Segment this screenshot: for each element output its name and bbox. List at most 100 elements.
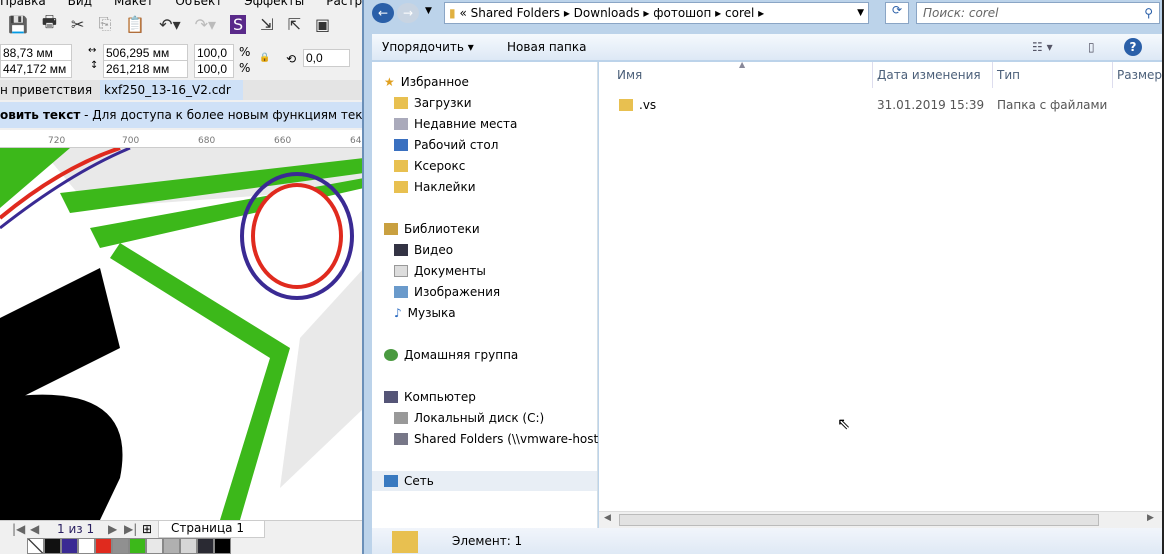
export-pdf-icon[interactable]: ▣ — [315, 15, 330, 34]
horizontal-ruler: 720 700 680 660 640 — [0, 130, 364, 148]
drawing-canvas[interactable] — [0, 148, 364, 520]
nav-recent-places[interactable]: Недавние места — [394, 114, 517, 134]
color-swatch[interactable] — [163, 538, 180, 554]
lock-ratio-icon[interactable]: 🔒 — [259, 53, 270, 63]
color-swatch[interactable] — [180, 538, 197, 554]
column-size[interactable]: Размер — [1117, 68, 1162, 82]
nav-downloads[interactable]: Загрузки — [394, 93, 472, 113]
prev-page-icon[interactable]: ◀ — [30, 522, 39, 536]
height-field[interactable] — [103, 60, 188, 78]
nav-video[interactable]: Видео — [394, 240, 453, 260]
nav-network[interactable]: Сеть — [372, 471, 597, 491]
color-swatch[interactable] — [112, 538, 129, 554]
pictures-icon — [394, 286, 408, 298]
file-list[interactable]: Имя ▲ Дата изменения Тип Размер .vs 31.0… — [599, 60, 1162, 528]
menu-bitmaps[interactable]: Растровые изо — [326, 0, 364, 8]
view-options-icon[interactable]: ☷ ▾ — [1032, 34, 1053, 60]
nav-xerox[interactable]: Ксерокс — [394, 156, 465, 176]
recent-places-icon — [394, 118, 408, 130]
background-window — [1162, 0, 1175, 554]
nav-libraries[interactable]: Библиотеки — [384, 219, 480, 239]
nav-pictures[interactable]: Изображения — [394, 282, 500, 302]
nav-shared-folders[interactable]: Shared Folders (\\vmware-host) ( — [394, 429, 611, 449]
nav-homegroup[interactable]: Домашняя группа — [384, 345, 518, 365]
new-folder-button[interactable]: Новая папка — [507, 34, 586, 60]
preview-pane-icon[interactable]: ▯ — [1088, 34, 1095, 60]
scrollbar-thumb[interactable] — [619, 514, 1099, 526]
breadcrumb-overflow[interactable]: « — [459, 6, 466, 20]
import-icon[interactable]: ⇲ — [260, 15, 273, 34]
add-page-icon[interactable]: ⊞ — [142, 522, 152, 536]
recent-pages-dropdown[interactable]: ▼ — [425, 6, 432, 16]
folder-icon: ▮ — [449, 6, 456, 20]
nav-computer[interactable]: Компьютер — [384, 387, 476, 407]
libraries-icon — [384, 223, 398, 235]
color-swatch[interactable] — [197, 538, 214, 554]
no-color-swatch[interactable] — [27, 538, 44, 554]
breadcrumb-photoshop[interactable]: фотошоп — [653, 6, 711, 20]
rotation-field[interactable] — [303, 49, 350, 67]
color-swatch[interactable] — [61, 538, 78, 554]
export-icon[interactable]: ⇱ — [288, 15, 301, 34]
color-swatch[interactable] — [146, 538, 163, 554]
first-page-icon[interactable]: |◀ — [12, 522, 25, 536]
nav-documents[interactable]: Документы — [394, 261, 486, 281]
address-dropdown[interactable]: ▼ — [857, 3, 864, 23]
undo-icon[interactable]: ↶▾ — [159, 15, 180, 34]
tab-welcome[interactable]: н приветствия — [0, 83, 92, 97]
color-swatch[interactable] — [95, 538, 112, 554]
paste-icon[interactable]: 📋 — [125, 15, 145, 34]
forward-button[interactable]: → — [397, 3, 419, 23]
nav-desktop[interactable]: Рабочий стол — [394, 135, 498, 155]
redo-icon[interactable]: ↷▾ — [195, 15, 216, 34]
nav-favorites[interactable]: ★ Избранное — [384, 72, 469, 92]
folder-icon — [619, 99, 633, 111]
file-row[interactable]: .vs 31.01.2019 15:39 Папка с файлами — [617, 95, 1157, 115]
search-icon[interactable]: ⚲ — [1144, 3, 1153, 23]
folder-icon — [392, 531, 418, 553]
search-input[interactable]: Поиск: corel ⚲ — [916, 2, 1160, 24]
breadcrumb-corel[interactable]: corel — [725, 6, 754, 20]
help-icon[interactable]: ? — [1124, 38, 1142, 56]
column-date[interactable]: Дата изменения — [877, 68, 981, 82]
address-bar[interactable]: ▮ « Shared Folders ▸ Downloads ▸ фотошоп… — [444, 2, 869, 24]
refresh-icon[interactable]: ⟳ — [885, 2, 909, 24]
breadcrumb-shared-folders[interactable]: Shared Folders — [471, 6, 560, 20]
navigation-pane: ★ Избранное Загрузки Недавние места Рабоч… — [372, 62, 611, 528]
last-page-icon[interactable]: ▶| — [124, 522, 137, 536]
breadcrumb-downloads[interactable]: Downloads — [574, 6, 640, 20]
copy-icon[interactable]: ⎘ — [98, 14, 111, 34]
scroll-right-icon[interactable]: ▶ — [1147, 513, 1154, 523]
horizontal-scrollbar[interactable]: ◀ ▶ — [599, 511, 1162, 528]
color-swatch[interactable] — [214, 538, 231, 554]
nav-music[interactable]: ♪ Музыка — [394, 303, 456, 323]
folder-icon — [394, 181, 408, 193]
column-name[interactable]: Имя — [617, 68, 642, 82]
column-type[interactable]: Тип — [997, 68, 1020, 82]
page-tab[interactable]: Страница 1 — [158, 521, 265, 538]
nav-local-disk[interactable]: Локальный диск (C:) — [394, 408, 544, 428]
organize-button[interactable]: Упорядочить ▾ — [382, 34, 474, 60]
notice-action[interactable]: овить текст — [0, 108, 80, 122]
scroll-left-icon[interactable]: ◀ — [604, 513, 611, 523]
scale-y-field[interactable] — [194, 60, 234, 78]
menu-effects[interactable]: Эффекты — [244, 0, 304, 8]
color-swatch[interactable] — [78, 538, 95, 554]
corel-connect-icon[interactable]: S — [230, 14, 247, 34]
cut-icon[interactable]: ✂ — [71, 15, 84, 34]
back-button[interactable]: ← — [372, 3, 394, 23]
menu-edit[interactable]: Правка — [0, 0, 46, 8]
print-icon[interactable]: 🖶 — [42, 11, 57, 38]
document-tabs: н приветствия kxf250_13-16_V2.cdr — [0, 80, 364, 100]
nav-stickers[interactable]: Наклейки — [394, 177, 476, 197]
tab-document[interactable]: kxf250_13-16_V2.cdr — [100, 80, 243, 100]
color-swatch[interactable] — [129, 538, 146, 554]
color-swatch[interactable] — [44, 538, 61, 554]
menu-layout[interactable]: Макет — [114, 0, 153, 8]
menu-view[interactable]: Вид — [68, 0, 92, 8]
position-y-field[interactable] — [0, 60, 72, 78]
menu-object[interactable]: Объект — [175, 0, 222, 8]
item-count: Элемент: 1 — [452, 534, 523, 548]
next-page-icon[interactable]: ▶ — [108, 522, 117, 536]
save-icon[interactable]: 💾 — [8, 15, 28, 34]
